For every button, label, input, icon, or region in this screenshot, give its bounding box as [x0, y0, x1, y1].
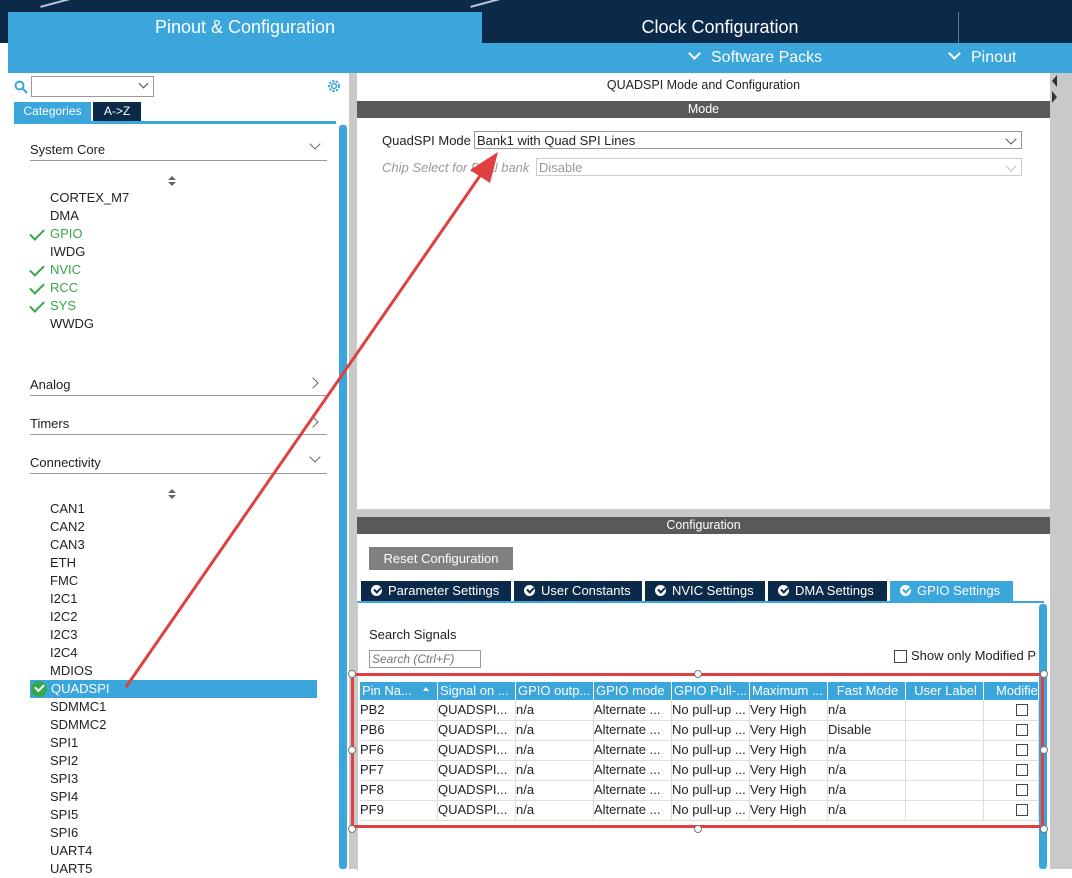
- annotation-highlight-box: [351, 673, 1044, 828]
- sidebar-item-sdmmc2[interactable]: SDMMC2: [50, 716, 106, 734]
- sidebar-item-spi4[interactable]: SPI4: [50, 788, 78, 806]
- chip-select-select[interactable]: Disable: [536, 158, 1022, 176]
- sidebar-item-wwdg[interactable]: WWDG: [50, 315, 94, 333]
- quadspi-mode-label: QuadSPI Mode: [382, 133, 471, 148]
- check-icon: [29, 225, 45, 241]
- sidebar-item-nvic[interactable]: NVIC: [50, 261, 81, 279]
- category-connectivity[interactable]: Connectivity: [30, 449, 327, 474]
- right-edge-strip: [1050, 73, 1072, 869]
- sidebar-item-i2c1[interactable]: I2C1: [50, 590, 77, 608]
- window-top-strip: [0, 0, 1072, 12]
- chevron-down-icon: [138, 78, 149, 89]
- sidebar-item-uart4[interactable]: UART4: [50, 842, 92, 860]
- sidebar-item-can3[interactable]: CAN3: [50, 536, 85, 554]
- chevron-down-icon: [688, 47, 701, 60]
- sidebar-item-spi6[interactable]: SPI6: [50, 824, 78, 842]
- software-packs-menu[interactable]: Software Packs: [688, 43, 822, 73]
- sidebar-item-quadspi[interactable]: QUADSPI: [51, 680, 110, 698]
- resize-handle[interactable]: [1040, 825, 1048, 833]
- sidebar-item-fmc[interactable]: FMC: [50, 572, 78, 590]
- scroll-up-icon[interactable]: [168, 489, 176, 499]
- sidebar-item-gpio[interactable]: GPIO: [50, 225, 83, 243]
- resize-handle[interactable]: [694, 825, 702, 833]
- search-icon[interactable]: [14, 80, 28, 94]
- check-circle-icon: [371, 585, 382, 596]
- check-icon: [29, 261, 45, 277]
- category-analog[interactable]: Analog: [30, 371, 327, 396]
- sub-menu-bar: Software Packs Pinout: [8, 43, 1072, 73]
- chevron-down-icon: [948, 47, 961, 60]
- sidebar-item-sdmmc1[interactable]: SDMMC1: [50, 698, 106, 716]
- chevron-down-icon: [1005, 133, 1017, 145]
- check-circle-icon: [778, 585, 789, 596]
- tab-clock-configuration[interactable]: Clock Configuration: [484, 12, 956, 43]
- chevron-down-icon: [1005, 160, 1017, 172]
- sidebar-item-uart5[interactable]: UART5: [50, 860, 92, 878]
- sidebar-item-eth[interactable]: ETH: [50, 554, 76, 572]
- left-scrollbar[interactable]: [339, 125, 347, 869]
- sidebar-item-sys[interactable]: SYS: [50, 297, 76, 315]
- tab-dma-settings[interactable]: DMA Settings: [768, 581, 887, 601]
- scroll-up-icon[interactable]: [168, 176, 176, 186]
- category-timers[interactable]: Timers: [30, 410, 327, 435]
- sidebar-item-spi3[interactable]: SPI3: [50, 770, 78, 788]
- chip-select-label: Chip Select for Dual bank: [382, 160, 530, 175]
- tab-user-constants[interactable]: User Constants: [514, 581, 642, 601]
- tab-gpio-settings[interactable]: GPIO Settings: [890, 581, 1013, 601]
- sidebar-item-iwdg[interactable]: IWDG: [50, 243, 85, 261]
- sidebar-item-i2c3[interactable]: I2C3: [50, 626, 77, 644]
- sidebar-item-cortex-m7[interactable]: CORTEX_M7: [50, 189, 129, 207]
- panel-title: QUADSPI Mode and Configuration: [606, 78, 801, 92]
- splitter[interactable]: [357, 509, 1050, 517]
- resize-handle[interactable]: [348, 670, 356, 678]
- sidebar-item-i2c4[interactable]: I2C4: [50, 644, 77, 662]
- check-icon: [29, 279, 45, 295]
- sidebar-item-spi1[interactable]: SPI1: [50, 734, 78, 752]
- resize-handle[interactable]: [694, 670, 702, 678]
- resize-handle[interactable]: [348, 746, 356, 754]
- chevron-right-icon: [307, 377, 319, 389]
- chevron-down-icon: [309, 451, 321, 463]
- tab-parameter-settings[interactable]: Parameter Settings: [361, 581, 511, 601]
- resize-handle[interactable]: [1040, 746, 1048, 754]
- check-circle-icon: [655, 585, 666, 596]
- main-tab-bar: Pinout & Configuration Clock Configurati…: [0, 12, 1072, 43]
- reset-configuration-button[interactable]: Reset Configuration: [369, 547, 513, 570]
- sidebar-item-can1[interactable]: CAN1: [50, 500, 85, 518]
- quadspi-mode-select[interactable]: Bank1 with Quad SPI Lines: [474, 131, 1022, 149]
- check-icon: [29, 297, 45, 313]
- mode-section-bar: Mode: [357, 101, 1050, 118]
- sidebar-item-dma[interactable]: DMA: [50, 207, 79, 225]
- search-signals-input[interactable]: [369, 650, 481, 668]
- sidebar-item-spi2[interactable]: SPI2: [50, 752, 78, 770]
- show-only-modified-checkbox[interactable]: [894, 650, 907, 663]
- resize-handle[interactable]: [348, 825, 356, 833]
- chevron-down-icon: [309, 138, 321, 150]
- configuration-section-bar: Configuration: [357, 517, 1050, 534]
- check-circle-icon: [31, 681, 47, 697]
- category-system-core[interactable]: System Core: [30, 136, 327, 161]
- sidebar-item-i2c2[interactable]: I2C2: [50, 608, 77, 626]
- tab-categories[interactable]: Categories: [14, 102, 91, 121]
- tab-a-to-z[interactable]: A->Z: [93, 102, 141, 121]
- sidebar-item-can2[interactable]: CAN2: [50, 518, 85, 536]
- tab-pinout-configuration[interactable]: Pinout & Configuration: [8, 12, 482, 43]
- check-circle-icon: [524, 585, 535, 596]
- tab-extra[interactable]: [958, 12, 1072, 43]
- search-combo[interactable]: [31, 76, 154, 97]
- gear-icon[interactable]: [326, 78, 342, 94]
- sidebar-item-spi5[interactable]: SPI5: [50, 806, 78, 824]
- sidebar-item-rcc[interactable]: RCC: [50, 279, 78, 297]
- tab-nvic-settings[interactable]: NVIC Settings: [645, 581, 765, 601]
- chevron-right-icon: [307, 416, 319, 428]
- check-circle-icon: [900, 585, 911, 596]
- show-only-modified-label: Show only Modified Pins: [911, 648, 1037, 663]
- resize-handle[interactable]: [1040, 670, 1048, 678]
- search-signals-label: Search Signals: [369, 627, 457, 642]
- pinout-menu[interactable]: Pinout: [948, 43, 1016, 73]
- sidebar-item-mdios[interactable]: MDIOS: [50, 662, 93, 680]
